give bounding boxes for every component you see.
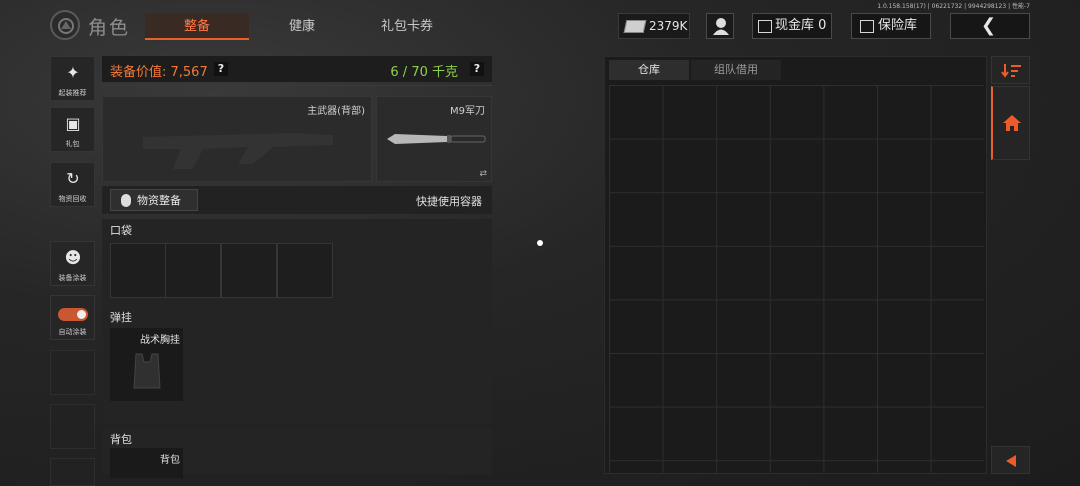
primary-weapon-slot[interactable]: 主武器(背部) — [102, 96, 372, 182]
supply-bag-icon — [121, 194, 131, 207]
operator-icon — [713, 18, 729, 35]
backpack-label: 背包 — [160, 455, 180, 466]
pocket-slot[interactable] — [165, 243, 221, 298]
sort-button[interactable] — [991, 56, 1030, 84]
vault-icon — [758, 20, 772, 33]
gift-icon: ▣ — [65, 114, 81, 133]
safe-vault-button[interactable]: 保险库 — [851, 13, 931, 39]
pocket-slot[interactable] — [221, 243, 277, 298]
sidebar-item-label: 自动涂装 — [58, 328, 87, 336]
sidebar-item-label: 装备涂装 — [58, 274, 87, 282]
sidebar-empty-slot — [50, 404, 95, 449]
cash-vault-label: 现金库 0 — [775, 18, 827, 33]
swap-icon[interactable]: ⇄ — [479, 169, 487, 179]
safe-vault-label: 保险库 — [878, 18, 918, 33]
storage-grid[interactable] — [609, 85, 984, 473]
melee-weapon-label: M9军刀 — [450, 106, 485, 117]
version-text: 1.0.158.158(17) | 06221732 | 9944298123 … — [877, 3, 1030, 10]
squad-button[interactable] — [706, 13, 734, 39]
sidebar-empty-slot — [50, 458, 95, 486]
weight-help-icon[interactable]: ? — [470, 62, 484, 76]
primary-weapon-label: 主武器(背部) — [307, 106, 365, 117]
tab-team-borrow[interactable]: 组队借用 — [691, 60, 781, 80]
supply-prep-label: 物资整备 — [137, 194, 181, 207]
sidebar-empty-slot — [50, 350, 95, 395]
chest-rig-icon — [133, 353, 161, 389]
pocket-slot[interactable] — [110, 243, 166, 298]
knife-icon — [387, 134, 486, 144]
backpack-header: 背包 — [110, 433, 132, 446]
equipment-value: 装备价值: 7,567 — [110, 65, 208, 80]
sidebar-item-label: 起装推荐 — [58, 89, 87, 97]
cash-bill-icon — [623, 20, 647, 33]
backpack-section: 背包 背包 — [102, 428, 492, 478]
collapse-button[interactable] — [991, 446, 1030, 474]
supply-prep-button[interactable]: 物资整备 — [110, 189, 198, 211]
pocket-slot[interactable] — [277, 243, 333, 298]
storage-panel: 仓库 组队借用 — [604, 56, 987, 474]
sidebar-item-recycle[interactable]: ↻ 物资回收 — [50, 162, 95, 207]
page-title: 角色 — [88, 17, 131, 39]
melee-weapon-slot[interactable]: M9军刀 ⇄ — [376, 96, 492, 182]
loadout-icon: ✦ — [66, 63, 80, 82]
sidebar-item-gift[interactable]: ▣ 礼包 — [50, 107, 95, 152]
home-tab[interactable] — [991, 86, 1030, 160]
tab-gift-cards[interactable]: 礼包卡券 — [355, 13, 459, 40]
sidebar-item-label: 物资回收 — [58, 195, 87, 203]
cursor-dot — [537, 240, 543, 246]
chest-rig-slot[interactable]: 战术胸挂 — [110, 328, 183, 401]
money-amount: 2379K — [649, 19, 688, 33]
rig-section: 弹挂 战术胸挂 — [102, 306, 492, 423]
quick-use-container[interactable]: 快捷使用容器 — [416, 193, 482, 209]
money-display[interactable]: 2379K — [618, 13, 690, 39]
supply-bar: 物资整备 快捷使用容器 — [102, 186, 492, 214]
tab-equip[interactable]: 整备 — [145, 13, 249, 40]
pocket-header: 口袋 — [110, 224, 132, 237]
chest-rig-label: 战术胸挂 — [140, 335, 180, 346]
backpack-slot[interactable]: 背包 — [110, 448, 183, 478]
triangle-left-icon — [1006, 455, 1016, 467]
sidebar-item-skin[interactable]: ☻ 装备涂装 — [50, 241, 95, 286]
rig-header: 弹挂 — [110, 311, 132, 324]
pocket-section: 口袋 — [102, 219, 492, 307]
sidebar-item-recommended-loadout[interactable]: ✦ 起装推荐 — [50, 56, 95, 101]
rifle-silhouette-icon — [143, 133, 333, 169]
helmet-icon: ☻ — [64, 248, 82, 267]
character-logo-icon — [50, 10, 80, 40]
weight-display: 6 / 70 千克 — [390, 65, 458, 80]
tab-warehouse[interactable]: 仓库 — [609, 60, 689, 80]
recycle-icon: ↻ — [66, 169, 80, 188]
divider — [102, 85, 492, 86]
value-help-icon[interactable]: ? — [214, 62, 228, 76]
safe-icon — [860, 20, 874, 33]
sidebar-item-auto-skin[interactable]: 自动涂装 — [50, 295, 95, 340]
sidebar-item-label: 礼包 — [65, 140, 80, 148]
chevron-left-icon: ❮ — [981, 15, 997, 36]
tab-health[interactable]: 健康 — [250, 13, 354, 40]
sort-icon — [1001, 64, 1021, 78]
home-icon — [1003, 115, 1021, 131]
auto-skin-toggle[interactable] — [58, 308, 88, 321]
back-button[interactable]: ❮ — [950, 13, 1030, 39]
equipment-header: 装备价值: 7,567 ? 6 / 70 千克 ? — [102, 56, 492, 82]
cash-vault-button[interactable]: 现金库 0 — [752, 13, 832, 39]
